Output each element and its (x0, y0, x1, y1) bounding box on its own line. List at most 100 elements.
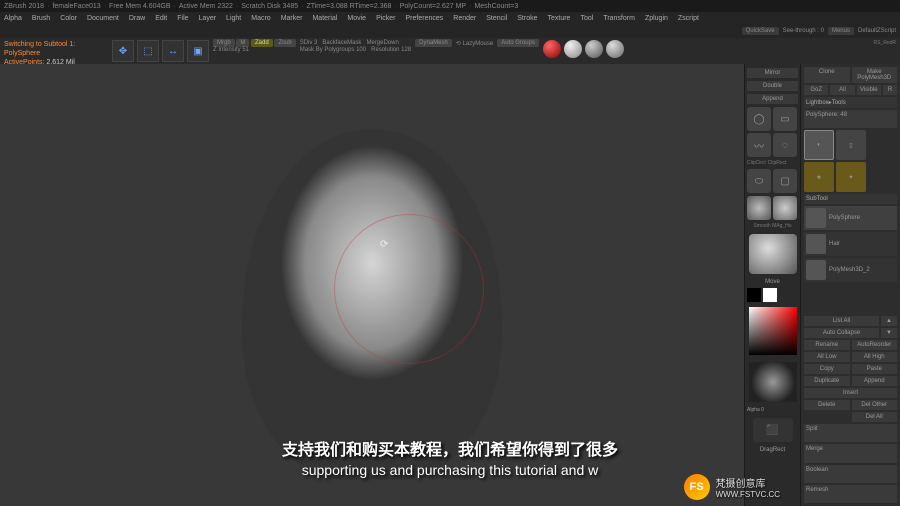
color-white[interactable] (763, 288, 777, 302)
duplicate-button[interactable]: Duplicate (804, 376, 850, 386)
remesh-header[interactable]: Remesh (804, 485, 897, 503)
delother-button[interactable]: Del Other (852, 400, 898, 410)
append-subtool-button[interactable]: Append (852, 376, 898, 386)
mirror-button[interactable]: Mirror (747, 68, 798, 78)
tool-thumb-polymesh[interactable]: ★ (804, 162, 834, 192)
alllow-button[interactable]: All Low (804, 352, 850, 362)
double-button[interactable]: Double (747, 81, 798, 91)
menu-marker[interactable]: Marker (281, 15, 303, 22)
menu-light[interactable]: Light (226, 15, 241, 22)
subtool-header[interactable]: SubTool (804, 194, 897, 204)
menu-stencil[interactable]: Stencil (486, 15, 507, 22)
menu-transform[interactable]: Transform (603, 15, 635, 22)
resolution-slider[interactable]: Resolution 128 (371, 47, 411, 53)
rename-button[interactable]: Rename (804, 340, 850, 350)
menu-movie[interactable]: Movie (347, 15, 366, 22)
menu-preferences[interactable]: Preferences (406, 15, 444, 22)
cliprect-icon[interactable]: ▭ (773, 107, 797, 131)
arrow-up-icon[interactable]: ▲ (881, 316, 897, 326)
lazymouse-button[interactable]: LazyMouse (463, 41, 494, 47)
subtool-item-2[interactable]: Hair (804, 232, 897, 256)
menu-zscript[interactable]: Zscript (678, 15, 699, 22)
m-button[interactable]: M (236, 39, 249, 47)
lightbox-header[interactable]: Lightbox▸Tools (804, 97, 897, 108)
delete-button[interactable]: Delete (804, 400, 850, 410)
material-gray[interactable] (564, 40, 582, 58)
insert-button[interactable]: Insert (804, 388, 897, 398)
autogroups-button[interactable]: Auto Groups (497, 39, 539, 47)
listall-button[interactable]: List All (804, 316, 879, 326)
menu-document[interactable]: Document (87, 15, 119, 22)
scale-icon[interactable]: ▣ (187, 40, 209, 62)
select-rect-icon[interactable]: ▢ (773, 169, 797, 193)
quicksave-button[interactable]: QuickSave (742, 27, 779, 35)
stroke-icon[interactable]: ⬛ (753, 418, 793, 442)
menu-material[interactable]: Material (312, 15, 337, 22)
menu-layer[interactable]: Layer (199, 15, 217, 22)
menu-macro[interactable]: Macro (251, 15, 270, 22)
mrgb-button[interactable]: Mrgb (213, 39, 235, 47)
brush-smooth-icon[interactable] (747, 196, 771, 220)
delall-button[interactable]: Del All (852, 412, 898, 422)
arrow-down-icon[interactable]: ▼ (881, 328, 897, 338)
paste-button[interactable]: Paste (852, 364, 898, 374)
menu-stroke[interactable]: Stroke (517, 15, 537, 22)
menu-edit[interactable]: Edit (155, 15, 167, 22)
material-basic[interactable] (606, 40, 624, 58)
seethrough-slider[interactable]: See-through : 0 (783, 28, 824, 34)
gizmo-icon[interactable]: ✥ (112, 40, 134, 62)
subtool-item-3[interactable]: PolyMesh3D_2 (804, 258, 897, 282)
menu-texture[interactable]: Texture (547, 15, 570, 22)
dynamesh-button[interactable]: DynaMesh (415, 39, 452, 47)
autocollapse-button[interactable]: Auto Collapse (804, 328, 879, 338)
r-button[interactable]: R (883, 85, 897, 95)
menu-draw[interactable]: Draw (129, 15, 145, 22)
visible-button[interactable]: Visible (857, 85, 881, 95)
mergedown-button[interactable]: MergeDown (366, 40, 398, 46)
material-matcap[interactable] (585, 40, 603, 58)
clipcircle-icon[interactable]: ◯ (747, 107, 771, 131)
allhigh-button[interactable]: All High (852, 352, 898, 362)
subtool-item-1[interactable]: PolySphere (804, 206, 897, 230)
make-polymesh-button[interactable]: Make PolyMesh3D (852, 67, 898, 83)
goz-button[interactable]: GoZ (804, 85, 828, 95)
menu-alpha[interactable]: Alpha (4, 15, 22, 22)
material-red[interactable] (543, 40, 561, 58)
brush-mag-icon[interactable] (773, 196, 797, 220)
clipcircle2-icon[interactable]: ◌ (773, 133, 797, 157)
menu-picker[interactable]: Picker (376, 15, 395, 22)
copy-button[interactable]: Copy (804, 364, 850, 374)
sdiv-label[interactable]: SDiv 3 (300, 40, 318, 46)
brush-preview[interactable] (749, 234, 797, 274)
boolean-header[interactable]: Boolean (804, 465, 897, 483)
color-black[interactable] (747, 288, 761, 302)
alpha-preview[interactable] (749, 362, 797, 402)
menu-file[interactable]: File (177, 15, 188, 22)
tool-thumb-simple[interactable]: ✦ (836, 162, 866, 192)
menus-button[interactable]: Menus (828, 27, 854, 35)
draw-icon[interactable]: ⬚ (137, 40, 159, 62)
clone-button[interactable]: Clone (804, 67, 850, 83)
menu-color[interactable]: Color (60, 15, 77, 22)
move-icon[interactable]: ↔ (162, 40, 184, 62)
select-lasso-icon[interactable]: ⬭ (747, 169, 771, 193)
color-picker[interactable] (749, 307, 797, 355)
zintensity-slider[interactable]: Z Intensity 51 (213, 47, 249, 53)
menu-tool[interactable]: Tool (580, 15, 593, 22)
viewport[interactable]: ⟳ (0, 64, 744, 506)
menu-render[interactable]: Render (453, 15, 476, 22)
append-button[interactable]: Append (747, 94, 798, 104)
backface-button[interactable]: BackfaceMask (322, 40, 361, 46)
autoreorder-button[interactable]: AutoReorder (852, 340, 898, 350)
menu-brush[interactable]: Brush (32, 15, 50, 22)
tool-thumb-cylinder[interactable]: ▯ (836, 130, 866, 160)
split-header[interactable]: Split (804, 424, 897, 442)
clipcurve-icon[interactable]: 〰 (747, 133, 771, 157)
tool-thumb-polysphere[interactable]: ◐ (804, 130, 834, 160)
all-button[interactable]: All (830, 85, 854, 95)
merge-header[interactable]: Merge (804, 444, 897, 462)
maskby-slider[interactable]: Mask By Polygroups 100 (300, 47, 366, 53)
zsub-button[interactable]: Zsub (274, 39, 295, 47)
menu-zplugin[interactable]: Zplugin (645, 15, 668, 22)
zadd-button[interactable]: Zadd (251, 39, 273, 47)
